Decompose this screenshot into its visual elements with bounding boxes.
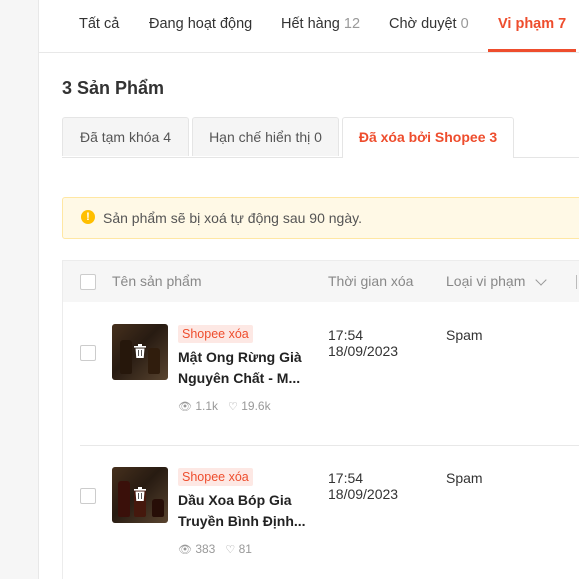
product-thumbnail[interactable] — [112, 324, 168, 380]
table-row: Shopee xóa Mật Ong Rừng Già Nguyên Chất … — [63, 302, 579, 446]
select-all-checkbox[interactable] — [80, 274, 96, 290]
violation-type: Spam — [446, 327, 483, 343]
heart-icon: ♡ — [228, 401, 238, 413]
tab-pending[interactable]: Chờ duyệt 0 — [389, 0, 469, 49]
table-row: Shopee xóa Dầu Xoa Bóp Gia Truyền Bình Đ… — [63, 445, 579, 579]
product-panel: Tất cả Đang hoạt động Hết hàng 12 Chờ du… — [38, 0, 579, 579]
header-product-name: Tên sản phẩm — [112, 273, 202, 289]
warning-icon: ! — [81, 210, 95, 224]
notice-banner: ! Sản phẩm sẽ bị xoá tự động sau 90 ngày… — [62, 197, 579, 239]
tab-violation[interactable]: Vi phạm 7 — [488, 0, 577, 52]
trash-icon — [134, 344, 146, 358]
chevron-down-icon[interactable] — [535, 274, 547, 286]
subtab-deleted-by-shopee[interactable]: Đã xóa bởi Shopee 3 — [342, 117, 514, 158]
subtab-restricted-display[interactable]: Hạn chế hiển thị 0 — [192, 117, 339, 156]
delete-time: 17:54 18/09/2023 — [328, 327, 399, 359]
product-name[interactable]: Mật Ong Rừng Già Nguyên Chất - M... — [178, 347, 310, 389]
eye-icon: 👁 — [178, 544, 192, 556]
main-tabs: Tất cả Đang hoạt động Hết hàng 12 Chờ du… — [39, 0, 579, 53]
eye-icon: 👁 — [178, 401, 192, 413]
shopee-deleted-badge: Shopee xóa — [178, 325, 253, 343]
trash-icon — [134, 487, 146, 501]
column-divider — [576, 275, 577, 289]
row-checkbox[interactable] — [80, 345, 96, 361]
subtab-temporarily-locked[interactable]: Đã tạm khóa 4 — [62, 117, 189, 156]
row-checkbox[interactable] — [80, 488, 96, 504]
section-title: 3 Sản Phẩm — [62, 78, 165, 98]
header-violation-type[interactable]: Loại vi phạm — [446, 261, 525, 302]
notice-text: Sản phẩm sẽ bị xoá tự động sau 90 ngày. — [103, 210, 362, 226]
violation-type: Spam — [446, 470, 483, 486]
delete-time: 17:54 18/09/2023 — [328, 470, 399, 502]
product-stats: 👁 1.1k ♡ 19.6k — [178, 399, 271, 413]
heart-icon: ♡ — [225, 544, 236, 556]
sub-tabs: Đã tạm khóa 4 Hạn chế hiển thị 0 Đã xóa … — [62, 117, 579, 158]
table-header: Tên sản phẩm Thời gian xóa Loại vi phạm — [63, 261, 579, 302]
product-table: Tên sản phẩm Thời gian xóa Loại vi phạm — [62, 260, 579, 579]
product-name[interactable]: Dầu Xoa Bóp Gia Truyền Bình Định... — [178, 490, 310, 532]
tab-active[interactable]: Đang hoạt động — [149, 0, 252, 49]
shopee-deleted-badge: Shopee xóa — [178, 468, 253, 486]
tab-out-of-stock[interactable]: Hết hàng 12 — [281, 0, 360, 49]
header-delete-time: Thời gian xóa — [328, 273, 414, 289]
tab-all[interactable]: Tất cả — [79, 0, 119, 49]
product-thumbnail[interactable] — [112, 467, 168, 523]
product-stats: 👁 383 ♡ 81 — [178, 542, 252, 556]
